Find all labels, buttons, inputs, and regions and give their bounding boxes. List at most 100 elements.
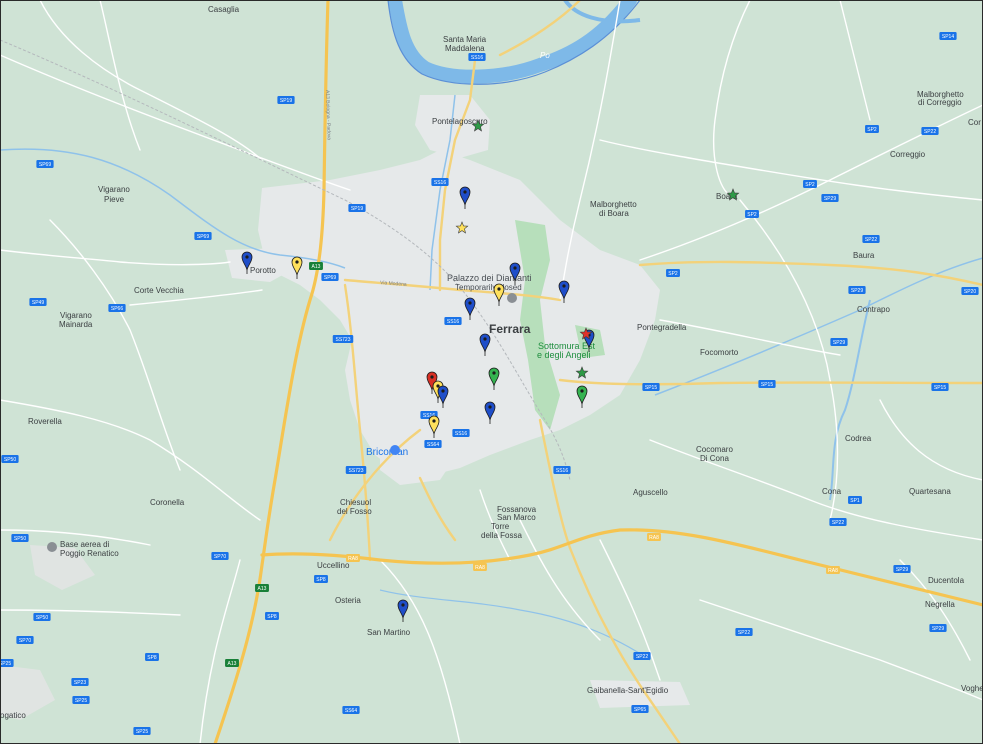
label-roverella: Roverella	[28, 417, 62, 426]
road-shield-sp22-b: SP22	[862, 235, 880, 243]
svg-text:SP14: SP14	[942, 34, 954, 40]
label-vigarano-pieve-2: Pieve	[104, 195, 125, 204]
svg-text:SP66: SP66	[111, 306, 123, 312]
label-gaibanella: Gaibanella-Sant'Egidio	[587, 686, 669, 695]
road-shield-sp20: SP20	[961, 287, 979, 295]
label-porotto: Porotto	[250, 266, 276, 275]
label-vigarano-mainarda-2: Mainarda	[59, 320, 93, 329]
svg-text:SS723: SS723	[335, 337, 350, 343]
svg-text:SP65: SP65	[634, 707, 646, 713]
label-base-aerea-2: Poggio Renatico	[60, 549, 119, 558]
label-vigarano-mainarda-1: Vigarano	[60, 311, 92, 320]
svg-text:SP69: SP69	[324, 275, 336, 281]
svg-text:SP8: SP8	[316, 577, 326, 583]
road-shield-sp22-c: SP22	[829, 518, 847, 526]
label-palazzo-diamanti: Palazzo dei Diamanti	[447, 273, 532, 283]
svg-text:SP22: SP22	[832, 520, 844, 526]
label-santa-maria-2: Maddalena	[445, 44, 485, 53]
road-shield-sp66: SP66	[108, 304, 126, 312]
road-shield-sp22-e: SP22	[633, 652, 651, 660]
svg-text:SP19: SP19	[280, 98, 292, 104]
svg-text:SP70: SP70	[19, 638, 31, 644]
road-shield-ss16-a: SS16	[431, 178, 449, 186]
road-shield-ra8-d: RA8	[826, 566, 840, 574]
label-chiesuol-2: del Fosso	[337, 507, 372, 516]
label-santa-maria-1: Santa Maria	[443, 35, 487, 44]
road-shield-sp70-a: SP70	[211, 552, 229, 560]
svg-text:SP69: SP69	[39, 162, 51, 168]
road-shield-ra8-c: RA8	[647, 533, 661, 541]
label-vigarano-pieve-1: Vigarano	[98, 185, 130, 194]
svg-text:SP29: SP29	[932, 626, 944, 632]
road-shield-sp50-c: SP50	[33, 613, 51, 621]
label-chiesuol-1: Chiesuol	[340, 498, 371, 507]
svg-text:A13: A13	[228, 661, 237, 667]
label-osteria: Osteria	[335, 596, 361, 605]
svg-text:SS16: SS16	[455, 431, 467, 437]
road-shield-sp15-a: SP15	[642, 383, 660, 391]
road-shield-a13-a: A13	[309, 262, 323, 270]
road-shield-a13-b: A13	[255, 584, 269, 592]
svg-text:SP2: SP2	[867, 127, 877, 133]
svg-text:SP70: SP70	[214, 554, 226, 560]
label-coronella: Coronella	[150, 498, 185, 507]
svg-text:SP22: SP22	[924, 129, 936, 135]
svg-text:SP23: SP23	[74, 680, 86, 686]
label-malborghetto-correggio-2: di Correggio	[918, 98, 962, 107]
svg-text:SP25: SP25	[75, 698, 87, 704]
road-shield-sp29-c: SP29	[830, 338, 848, 346]
label-po-river: Po	[540, 51, 550, 60]
svg-text:SP2: SP2	[747, 212, 757, 218]
svg-text:RA8: RA8	[828, 568, 838, 574]
palazzo-poi-icon	[507, 293, 517, 303]
label-ferrara: Ferrara	[489, 322, 531, 336]
road-shield-ss64-b: SS64	[342, 706, 360, 714]
label-torre-1: Torre	[491, 522, 510, 531]
svg-text:SP25: SP25	[136, 729, 148, 735]
road-shield-sp2-c: SP2	[745, 210, 759, 218]
road-shield-sp1: SP1	[848, 496, 862, 504]
label-san-martino: San Martino	[367, 628, 411, 637]
road-shield-sp25-c: SP25	[133, 727, 151, 735]
road-shield-a13-c: A13	[225, 659, 239, 667]
label-baura: Baura	[853, 251, 875, 260]
road-shield-sp69-b: SP69	[194, 232, 212, 240]
svg-text:SP29: SP29	[851, 288, 863, 294]
label-codrea: Codrea	[845, 434, 872, 443]
label-sottomura-2: e degli Angeli	[537, 350, 591, 360]
svg-text:SP22: SP22	[636, 654, 648, 660]
svg-text:SS723: SS723	[348, 468, 363, 474]
road-shield-ss16-top: SS16	[468, 53, 486, 61]
label-ducentola: Ducentola	[928, 576, 965, 585]
road-shield-sp14: SP14	[939, 32, 957, 40]
svg-text:SP2: SP2	[668, 271, 678, 277]
label-ogatico: ogatico	[0, 711, 26, 720]
road-shield-ra8-a: RA8	[346, 554, 360, 562]
svg-text:SP29: SP29	[824, 196, 836, 202]
road-shield-sp25-a: SP25	[0, 659, 14, 667]
road-shield-sp8-a: SP8	[314, 575, 328, 583]
svg-text:SP19: SP19	[351, 206, 363, 212]
label-uccellino: Uccellino	[317, 561, 350, 570]
road-shield-ss723-a: SS723	[332, 335, 354, 343]
road-shield-sp2-a: SP2	[865, 125, 879, 133]
svg-text:SP15: SP15	[934, 385, 946, 391]
svg-text:SS64: SS64	[345, 708, 357, 714]
label-cor: Cor	[968, 118, 981, 127]
svg-text:SP2: SP2	[805, 182, 815, 188]
svg-text:RA8: RA8	[348, 556, 358, 562]
label-correggio: Correggio	[890, 150, 926, 159]
svg-text:SP29: SP29	[833, 340, 845, 346]
road-shield-sp19-b: SP19	[348, 204, 366, 212]
road-shield-sp25-b: SP25	[72, 696, 90, 704]
label-torre-2: della Fossa	[481, 531, 522, 540]
svg-text:SS64: SS64	[427, 442, 439, 448]
label-negrella: Negrella	[925, 600, 955, 609]
svg-text:SP20: SP20	[964, 289, 976, 295]
label-bricoman: Bricoman	[366, 447, 408, 458]
road-shield-sp15-c: SP15	[931, 383, 949, 391]
road-shield-ss16-e: SS16	[553, 466, 571, 474]
map-canvas[interactable]: A13 Bologna - Padova Via Modena Casaglia…	[0, 0, 983, 744]
road-shield-sp29-d: SP29	[893, 565, 911, 573]
svg-text:SP25: SP25	[0, 661, 11, 667]
